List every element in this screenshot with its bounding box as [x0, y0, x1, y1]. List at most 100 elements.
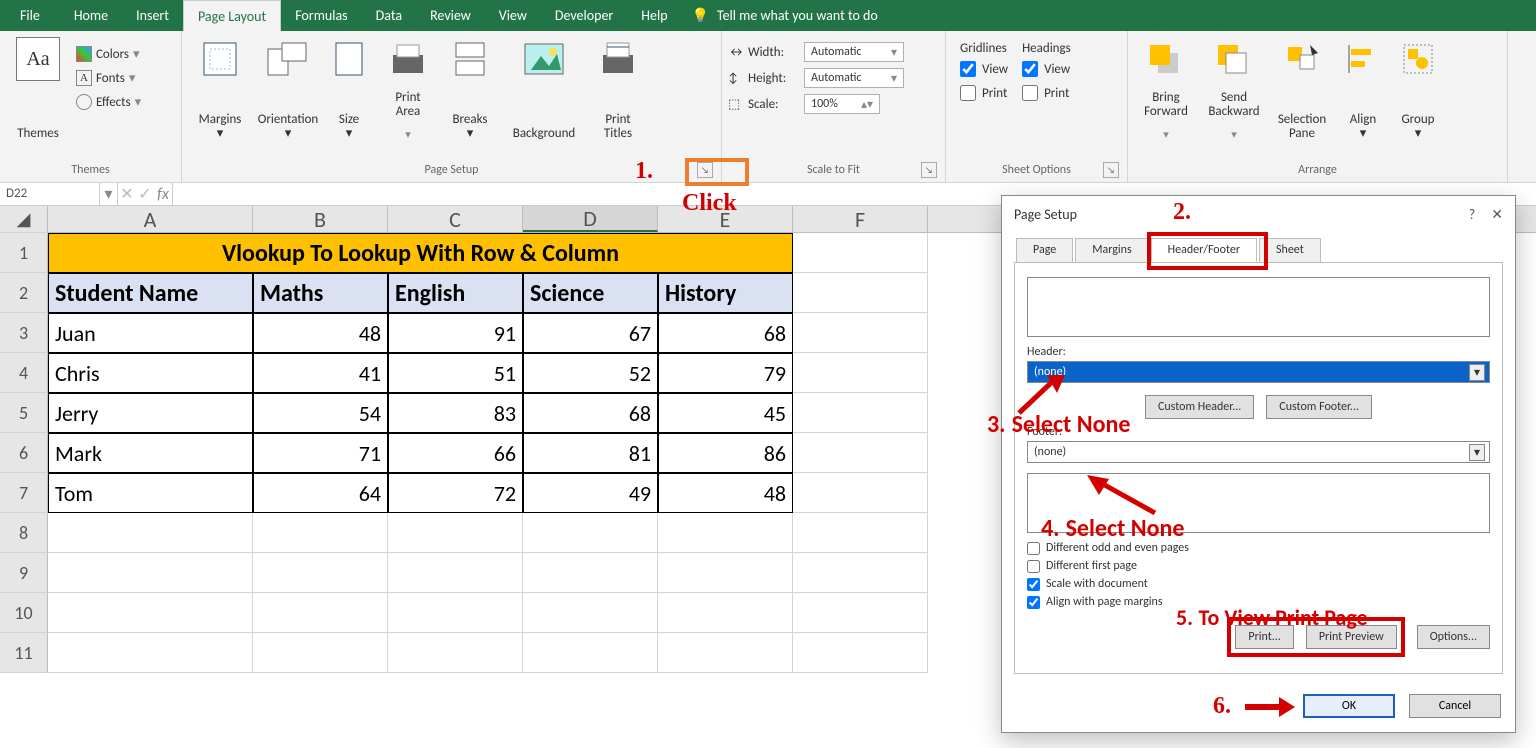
options-button[interactable]: Options...	[1417, 625, 1490, 649]
size-button[interactable]: Size▾	[324, 35, 374, 145]
row-1[interactable]: 1	[0, 233, 48, 273]
row-5[interactable]: 5	[0, 393, 48, 433]
headings-print-check[interactable]: Print	[1022, 82, 1071, 104]
tell-me-box[interactable]: 💡 Tell me what you want to do	[682, 7, 878, 24]
cell[interactable]	[793, 633, 928, 673]
cell[interactable]: 91	[388, 313, 523, 353]
col-F[interactable]: F	[793, 206, 928, 232]
cell[interactable]	[253, 593, 388, 633]
align-button[interactable]: Align▾	[1338, 35, 1388, 145]
cell[interactable]	[48, 593, 253, 633]
effects-button[interactable]: Effects ▾	[74, 91, 143, 113]
cell[interactable]	[388, 513, 523, 553]
cell[interactable]: 54	[253, 393, 388, 433]
dialog-close-icon[interactable]: ✕	[1491, 206, 1503, 223]
tab-view[interactable]: View	[485, 0, 541, 31]
cell[interactable]	[253, 553, 388, 593]
cell[interactable]	[388, 593, 523, 633]
cell[interactable]: Science	[523, 273, 658, 313]
title-cell[interactable]: Vlookup To Lookup With Row & Column	[48, 233, 793, 273]
enter-formula-icon[interactable]: ✓	[136, 183, 154, 206]
cell[interactable]: Maths	[253, 273, 388, 313]
cell[interactable]	[523, 593, 658, 633]
tab-page-layout[interactable]: Page Layout	[183, 0, 281, 31]
cell[interactable]	[793, 313, 928, 353]
cell[interactable]	[793, 593, 928, 633]
fonts-button[interactable]: AFonts ▾	[74, 67, 143, 89]
row-11[interactable]: 11	[0, 633, 48, 673]
cell[interactable]	[793, 513, 928, 553]
cell[interactable]: Chris	[48, 353, 253, 393]
cell[interactable]: 86	[658, 433, 793, 473]
scale-launcher[interactable]: ↘	[921, 162, 937, 178]
row-2[interactable]: 2	[0, 273, 48, 313]
send-backward-button[interactable]: Send Backward▾	[1202, 35, 1266, 145]
scale-with-document-check[interactable]: Scale with document	[1027, 577, 1490, 591]
cell[interactable]	[48, 553, 253, 593]
footer-combo[interactable]: (none)▾	[1027, 441, 1490, 463]
col-E[interactable]: E	[658, 206, 793, 232]
cell[interactable]	[793, 273, 928, 313]
cell[interactable]	[523, 513, 658, 553]
row-6[interactable]: 6	[0, 433, 48, 473]
cell[interactable]	[48, 633, 253, 673]
print-preview-button[interactable]: Print Preview	[1306, 625, 1397, 649]
cell[interactable]	[658, 513, 793, 553]
cell[interactable]: 48	[253, 313, 388, 353]
orientation-button[interactable]: Orientation▾	[256, 35, 320, 145]
cancel-formula-icon[interactable]: ✕	[118, 183, 136, 206]
cell[interactable]	[48, 513, 253, 553]
cell[interactable]	[523, 633, 658, 673]
cell[interactable]: 68	[658, 313, 793, 353]
cell[interactable]	[793, 233, 928, 273]
different-odd-even-check[interactable]: Different odd and even pages	[1027, 541, 1490, 555]
print-titles-button[interactable]: Print Titles	[590, 35, 646, 145]
dlg-tab-page[interactable]: Page	[1016, 238, 1073, 262]
ok-button[interactable]: OK	[1303, 694, 1395, 718]
tab-insert[interactable]: Insert	[122, 0, 183, 31]
dlg-tab-header-footer[interactable]: Header/Footer	[1151, 238, 1257, 262]
row-3[interactable]: 3	[0, 313, 48, 353]
cell[interactable]	[658, 633, 793, 673]
name-box-dropdown[interactable]: ▾	[100, 183, 118, 206]
header-combo[interactable]: (none)▾	[1027, 361, 1490, 383]
cell[interactable]: 71	[253, 433, 388, 473]
group-button[interactable]: Group▾	[1392, 35, 1444, 145]
cell[interactable]	[523, 553, 658, 593]
align-with-margins-check[interactable]: Align with page margins	[1027, 595, 1490, 609]
cell[interactable]: 81	[523, 433, 658, 473]
custom-footer-button[interactable]: Custom Footer...	[1266, 395, 1372, 419]
cell[interactable]: 66	[388, 433, 523, 473]
cell[interactable]	[658, 553, 793, 593]
dlg-tab-margins[interactable]: Margins	[1075, 238, 1148, 262]
colors-button[interactable]: Colors ▾	[74, 43, 143, 65]
cell[interactable]: 72	[388, 473, 523, 513]
tab-developer[interactable]: Developer	[541, 0, 627, 31]
gridlines-view-check[interactable]: View	[960, 58, 1008, 80]
cell[interactable]	[793, 433, 928, 473]
gridlines-print-check[interactable]: Print	[960, 82, 1008, 104]
cell[interactable]: Mark	[48, 433, 253, 473]
cell[interactable]	[793, 393, 928, 433]
cell[interactable]: 52	[523, 353, 658, 393]
cell[interactable]: 67	[523, 313, 658, 353]
print-area-button[interactable]: Print Area▾	[378, 35, 438, 145]
cell[interactable]	[658, 593, 793, 633]
print-button[interactable]: Print...	[1235, 625, 1293, 649]
cell[interactable]	[793, 353, 928, 393]
col-C[interactable]: C	[388, 206, 523, 232]
cell[interactable]: 41	[253, 353, 388, 393]
custom-header-button[interactable]: Custom Header...	[1145, 395, 1254, 419]
cell[interactable]: 64	[253, 473, 388, 513]
headings-view-check[interactable]: View	[1022, 58, 1071, 80]
cancel-button[interactable]: Cancel	[1409, 694, 1501, 718]
row-4[interactable]: 4	[0, 353, 48, 393]
cell[interactable]: 45	[658, 393, 793, 433]
dlg-tab-sheet[interactable]: Sheet	[1259, 238, 1321, 262]
sheet-options-launcher[interactable]: ↘	[1103, 162, 1119, 178]
tab-file[interactable]: File	[0, 0, 60, 31]
cell[interactable]: 49	[523, 473, 658, 513]
fx-icon[interactable]: fx	[154, 183, 172, 206]
tab-data[interactable]: Data	[362, 0, 416, 31]
cell[interactable]: 68	[523, 393, 658, 433]
